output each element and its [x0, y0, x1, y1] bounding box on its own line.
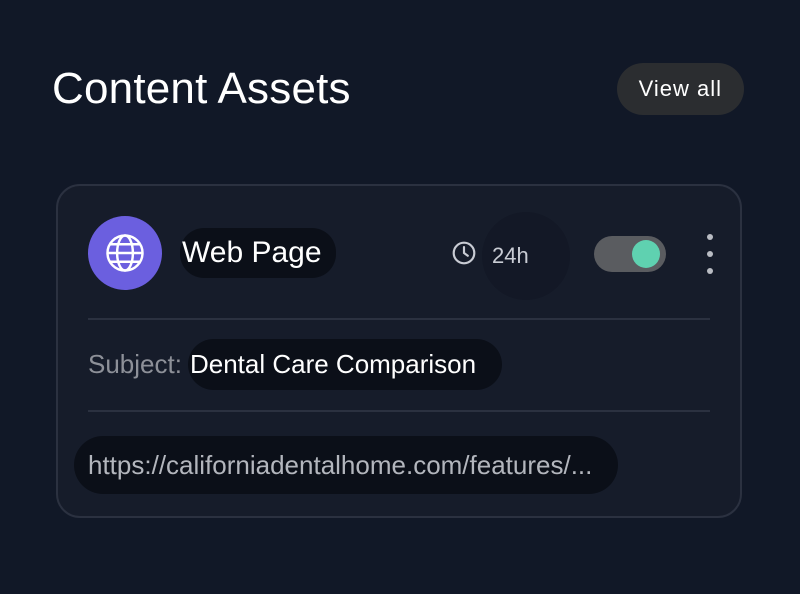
asset-url-link[interactable]: https://californiadentalhome.com/feature…	[74, 436, 619, 494]
section-header: Content Assets View all	[52, 62, 744, 116]
toggle-knob	[632, 240, 660, 268]
divider	[88, 318, 710, 320]
globe-icon	[88, 216, 162, 290]
frequency-badge: 24h	[482, 212, 570, 300]
more-options-icon[interactable]	[700, 234, 720, 274]
content-asset-card[interactable]: Web Page 24h Subject: Dental Care Compar…	[56, 184, 742, 518]
view-all-button[interactable]: View all	[616, 63, 744, 115]
asset-header-row: Web Page 24h	[88, 212, 713, 300]
frequency-text: 24h	[492, 243, 529, 268]
asset-enabled-toggle[interactable]	[594, 236, 666, 272]
divider	[88, 410, 710, 412]
section-title: Content Assets	[52, 64, 351, 113]
asset-type-label: Web Page	[180, 228, 336, 278]
subject-value: Dental Care Comparison	[187, 338, 503, 390]
refresh-frequency: 24h	[450, 212, 570, 300]
clock-icon	[450, 239, 478, 267]
subject-label: Subject:	[88, 348, 182, 379]
asset-subject: Subject: Dental Care Comparison	[88, 334, 503, 394]
